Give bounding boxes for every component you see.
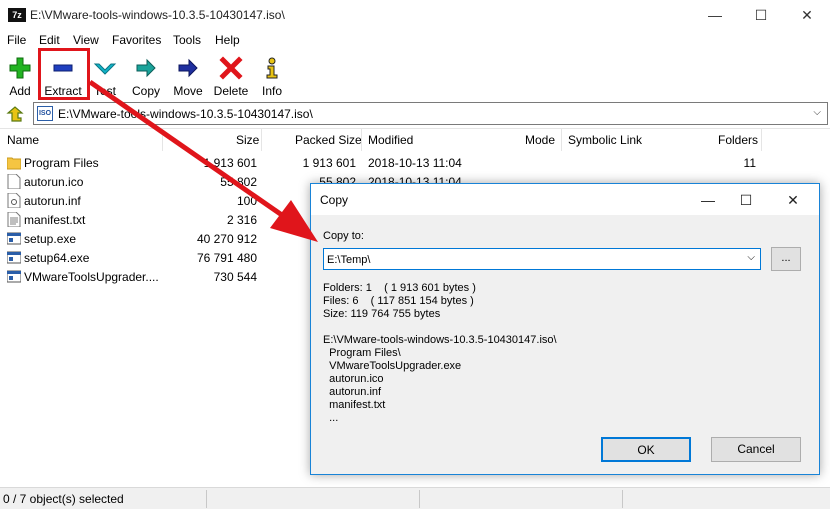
file-name: setup64.exe xyxy=(24,251,90,265)
dialog-maximize-button[interactable]: ☐ xyxy=(731,189,761,211)
column-divider xyxy=(561,129,562,151)
file-name: Program Files xyxy=(24,156,99,170)
col-name[interactable]: Name xyxy=(7,133,39,147)
file-size: 2 316 xyxy=(226,213,257,227)
status-bar: 0 / 7 object(s) selected xyxy=(0,487,830,509)
item-list-entry: Program Files\ xyxy=(323,347,401,359)
menu-favorites[interactable]: Favorites xyxy=(112,33,161,47)
info-label: Info xyxy=(261,84,282,98)
browse-button[interactable]: ... xyxy=(771,247,801,271)
dialog-minimize-button[interactable]: — xyxy=(693,189,723,211)
iso-icon: ISO xyxy=(37,106,53,121)
menu-bar: File Edit View Favorites Tools Help xyxy=(0,30,830,50)
maximize-button[interactable]: ☐ xyxy=(746,4,776,26)
dialog-close-button[interactable]: ✕ xyxy=(778,189,808,211)
copy-to-label: Copy to: xyxy=(323,230,364,242)
file-packed-size: 1 913 601 xyxy=(302,156,356,170)
app-icon: 7z xyxy=(8,8,26,22)
chevron-down-icon[interactable]: ⌵ xyxy=(747,252,755,263)
address-row: ISO E:\VMware-tools-windows-10.3.5-10430… xyxy=(0,102,830,126)
arrow-right-icon xyxy=(178,58,198,78)
file-name: VMwareToolsUpgrader.... xyxy=(24,270,159,284)
close-button[interactable]: ✕ xyxy=(792,4,822,26)
cancel-button[interactable]: Cancel xyxy=(711,437,801,462)
x-icon xyxy=(219,56,243,80)
file-row[interactable]: Program Files 1 913 601 1 913 601 2018-1… xyxy=(0,153,830,172)
menu-view[interactable]: View xyxy=(73,33,99,47)
col-size[interactable]: Size xyxy=(236,133,259,147)
file-name: autorun.ico xyxy=(24,175,84,189)
folders-summary: Folders: 1 ( 1 913 601 bytes ) xyxy=(323,282,476,294)
file-name: autorun.inf xyxy=(24,194,81,208)
menu-tools[interactable]: Tools xyxy=(173,33,201,47)
col-symbolic-link[interactable]: Symbolic Link xyxy=(568,133,642,147)
settings-file-icon xyxy=(7,193,21,208)
minimize-button[interactable]: — xyxy=(700,4,730,26)
exe-icon xyxy=(7,232,21,245)
check-icon xyxy=(93,63,117,75)
status-divider xyxy=(419,490,420,508)
text-file-icon xyxy=(7,212,21,227)
file-name: setup.exe xyxy=(24,232,77,246)
chevron-down-icon[interactable]: ⌵ xyxy=(813,107,821,118)
col-packed-size[interactable]: Packed Size xyxy=(295,133,362,147)
address-path: E:\VMware-tools-windows-10.3.5-10430147.… xyxy=(58,107,313,121)
dialog-title-bar: Copy — ☐ ✕ xyxy=(311,184,819,215)
exe-icon xyxy=(7,251,21,264)
folder-up-icon[interactable] xyxy=(4,104,24,124)
file-size: 55 802 xyxy=(220,175,257,189)
plus-icon xyxy=(9,57,31,79)
extract-highlight-box xyxy=(38,48,90,100)
file-size: 100 xyxy=(236,194,257,208)
file-modified: 2018-10-13 11:04 xyxy=(368,156,462,170)
status-divider xyxy=(206,490,207,508)
info-icon xyxy=(266,57,278,79)
size-summary: Size: 119 764 755 bytes xyxy=(323,308,441,320)
file-icon xyxy=(7,174,21,189)
file-folders: 11 xyxy=(743,156,756,170)
status-divider xyxy=(622,490,623,508)
item-list-ellipsis: ... xyxy=(323,412,339,424)
file-size: 730 544 xyxy=(213,270,257,284)
address-bar[interactable]: ISO E:\VMware-tools-windows-10.3.5-10430… xyxy=(33,102,828,125)
col-folders[interactable]: Folders xyxy=(718,133,758,147)
col-mode[interactable]: Mode xyxy=(525,133,555,147)
selection-status: 0 / 7 object(s) selected xyxy=(3,492,124,506)
copy-to-combo[interactable]: ⌵ xyxy=(323,248,761,270)
exe-icon xyxy=(7,270,21,283)
copy-to-input[interactable] xyxy=(327,252,727,267)
file-size: 76 791 480 xyxy=(196,251,257,265)
info-button[interactable]: Info xyxy=(247,52,297,98)
folder-icon xyxy=(7,157,21,170)
file-size: 1 913 601 xyxy=(203,156,257,170)
files-summary: Files: 6 ( 117 851 154 bytes ) xyxy=(323,295,474,307)
column-divider xyxy=(261,129,262,151)
menu-edit[interactable]: Edit xyxy=(39,33,60,47)
toolbar: Add Extract Test Copy Move Delete Info xyxy=(0,50,830,100)
column-divider xyxy=(361,129,362,151)
window-title: E:\VMware-tools-windows-10.3.5-10430147.… xyxy=(30,8,285,22)
file-size: 40 270 912 xyxy=(196,232,257,246)
ok-button[interactable]: OK xyxy=(601,437,691,462)
item-list-entry: autorun.inf xyxy=(323,386,382,398)
copy-dialog: Copy — ☐ ✕ Copy to: ⌵ ... Folders: 1 ( 1… xyxy=(310,183,820,475)
column-divider xyxy=(162,129,163,151)
title-bar: 7z E:\VMware-tools-windows-10.3.5-104301… xyxy=(0,0,830,30)
copy-arrows-icon xyxy=(136,58,156,78)
dialog-title: Copy xyxy=(320,193,349,207)
file-name: manifest.txt xyxy=(24,213,86,227)
column-divider xyxy=(761,129,762,151)
item-list-entry: VMwareToolsUpgrader.exe xyxy=(323,360,462,372)
menu-help[interactable]: Help xyxy=(215,33,240,47)
item-list-entry: manifest.txt xyxy=(323,399,386,411)
source-path: E:\VMware-tools-windows-10.3.5-10430147.… xyxy=(323,334,557,346)
col-modified[interactable]: Modified xyxy=(368,133,413,147)
menu-file[interactable]: File xyxy=(7,33,26,47)
item-list-entry: autorun.ico xyxy=(323,373,384,385)
